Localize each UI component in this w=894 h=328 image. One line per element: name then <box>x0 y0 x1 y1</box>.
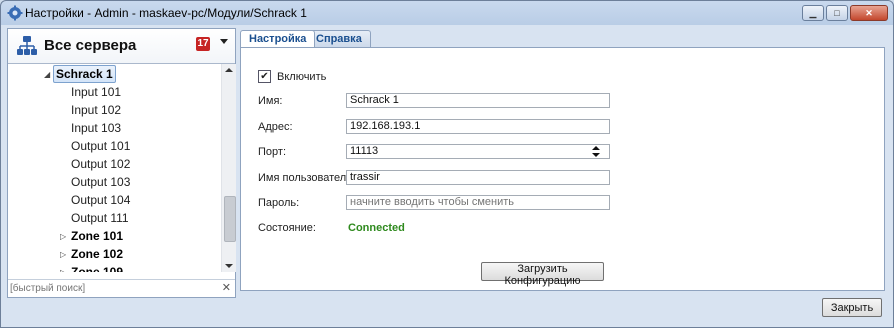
tree-item-input-101[interactable]: Input 101 <box>71 83 121 101</box>
server-selector[interactable]: Все сервера 17 <box>8 29 235 64</box>
port-label: Порт: <box>258 146 286 158</box>
tree-item-zone-101[interactable]: Zone 101 <box>71 227 123 245</box>
tree-item-zone-102[interactable]: Zone 102 <box>71 245 123 263</box>
sidebar: Все сервера 17 ◢ Schrack 1 Input 101 Inp… <box>7 28 236 298</box>
close-button[interactable]: Закрыть <box>822 298 882 317</box>
expand-arrow-icon[interactable]: ▷ <box>60 268 66 272</box>
network-servers-icon <box>17 36 37 55</box>
tree-item-output-102[interactable]: Output 102 <box>71 155 130 173</box>
module-tree: ◢ Schrack 1 Input 101 Input 102 Input 10… <box>8 65 221 272</box>
notification-badge[interactable]: 17 <box>196 37 210 51</box>
tab-help[interactable]: Справка <box>307 30 371 48</box>
tree-item-output-104[interactable]: Output 104 <box>71 191 130 209</box>
expand-arrow-icon[interactable]: ▷ <box>60 250 66 259</box>
enable-row[interactable]: ✔ Включить <box>258 70 326 83</box>
enable-label: Включить <box>277 70 327 83</box>
quick-search-box: ✕ <box>8 279 235 297</box>
username-label: Имя пользователя: <box>258 172 356 184</box>
clear-search-icon[interactable]: ✕ <box>222 281 231 294</box>
title-bar[interactable]: Настройки - Admin - maskaev-pc/Модули/Sc… <box>1 1 893 25</box>
tree-item-input-103[interactable]: Input 103 <box>71 119 121 137</box>
stepper-down-icon[interactable] <box>592 153 600 157</box>
password-label: Пароль: <box>258 197 300 209</box>
status-value: Connected <box>348 222 405 234</box>
scroll-up-arrow-icon[interactable] <box>225 68 233 72</box>
tree-item-schrack-1[interactable]: Schrack 1 <box>53 65 116 83</box>
name-label: Имя: <box>258 95 283 107</box>
stepper-up-icon[interactable] <box>592 146 600 150</box>
username-field[interactable] <box>346 170 610 185</box>
window-controls: ▁ □ ✕ <box>802 5 888 21</box>
tree-scrollbar[interactable] <box>221 64 236 272</box>
port-stepper[interactable] <box>589 144 603 159</box>
minimize-button[interactable]: ▁ <box>802 5 824 21</box>
tree-item-zone-109[interactable]: Zone 109 <box>71 263 123 272</box>
window-title: Настройки - Admin - maskaev-pc/Модули/Sc… <box>25 6 307 20</box>
tree-item-input-102[interactable]: Input 102 <box>71 101 121 119</box>
tree-item-output-111[interactable]: Output 111 <box>71 209 129 227</box>
maximize-button[interactable]: □ <box>826 5 848 21</box>
settings-panel: ✔ Включить Имя: Адрес: Порт: Имя пользов… <box>240 47 885 291</box>
expand-arrow-icon[interactable]: ▷ <box>60 232 66 241</box>
enable-checkbox[interactable]: ✔ <box>258 70 271 83</box>
address-field[interactable] <box>346 119 610 134</box>
collapse-arrow-icon[interactable]: ◢ <box>44 70 50 79</box>
load-config-button[interactable]: Загрузить Конфигурацию <box>481 262 604 287</box>
port-field[interactable] <box>346 144 610 159</box>
address-label: Адрес: <box>258 121 293 133</box>
tree-item-output-103[interactable]: Output 103 <box>71 173 130 191</box>
scrollbar-thumb[interactable] <box>224 196 236 242</box>
name-field[interactable] <box>346 93 610 108</box>
tree-item-output-101[interactable]: Output 101 <box>71 137 130 155</box>
status-label: Состояние: <box>258 222 316 234</box>
password-field[interactable] <box>346 195 610 210</box>
chevron-down-icon[interactable] <box>220 39 228 44</box>
scroll-down-arrow-icon[interactable] <box>225 264 233 268</box>
gear-icon <box>7 5 23 21</box>
server-selector-title: Все сервера <box>44 37 137 54</box>
quick-search-input[interactable] <box>10 281 215 295</box>
close-window-button[interactable]: ✕ <box>850 5 888 21</box>
